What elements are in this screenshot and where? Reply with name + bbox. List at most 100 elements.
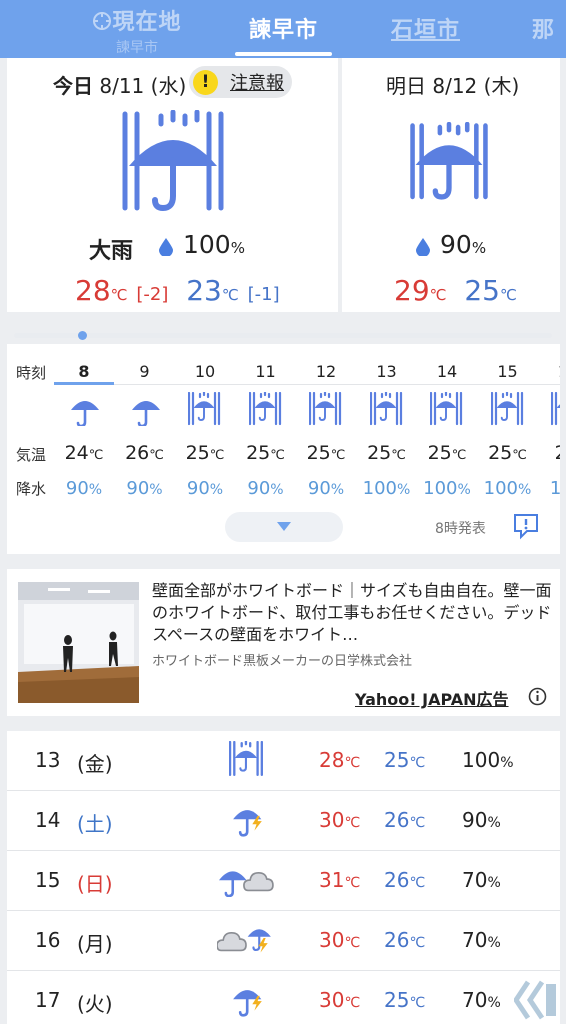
tomorrow-date: 8/12	[432, 74, 478, 98]
weekly-row[interactable]: 15 (日) 31℃ 26℃ 70%	[7, 851, 560, 911]
weekly-day-of-week: (月)	[77, 932, 113, 956]
weather-condition: 大雨	[89, 239, 134, 264]
tab-current-location[interactable]: 現在地 諫早市	[82, 4, 192, 57]
precip-chance: 90%	[440, 230, 486, 259]
hour-precip: 100%	[483, 478, 532, 499]
hour-weather	[54, 392, 114, 430]
hour-label: 8	[78, 362, 90, 381]
tab-next-location[interactable]: 那	[532, 4, 566, 44]
raindrop-icon	[159, 238, 173, 256]
scrollbar-thumb[interactable]	[78, 331, 87, 340]
tomorrow-forecast-card[interactable]: 明日 8/12 (木) 90% 29℃ 25℃	[342, 58, 560, 312]
weekly-low: 26℃	[384, 808, 426, 832]
weekly-row[interactable]: 13 (金) 28℃ 25℃ 100%	[7, 731, 560, 791]
umbrella-icon	[131, 401, 160, 428]
hour-precip: 100%	[362, 478, 411, 499]
weekly-low: 26℃	[384, 868, 426, 892]
umbrella-thunder-icon	[233, 810, 262, 837]
precip-value: 90	[440, 230, 472, 259]
current-hour-indicator	[54, 382, 114, 385]
hour-label: 13	[376, 362, 397, 381]
weekly-low: 25℃	[384, 748, 426, 772]
hour-temp: 2℃	[538, 442, 560, 464]
info-icon[interactable]	[528, 687, 547, 706]
umbrella-rain-icon	[369, 390, 402, 426]
today-header: 今日 8/11 (水)	[53, 70, 186, 99]
today-label: 今日	[53, 74, 93, 98]
weekly-high: 30℃	[319, 988, 361, 1012]
today-dow: (水)	[150, 74, 187, 98]
hour-weather	[115, 392, 175, 430]
weekly-row[interactable]: 14 (土) 30℃ 26℃ 90%	[7, 791, 560, 851]
weekly-high: 30℃	[319, 808, 361, 832]
today-date: 8/11	[99, 74, 145, 98]
chevron-down-icon	[277, 522, 291, 531]
weekly-date: 15	[35, 868, 61, 892]
weekly-date: 14	[35, 808, 61, 832]
ad-image[interactable]	[18, 582, 139, 703]
hour-label: 16	[538, 362, 560, 381]
weekly-day-of-week: (日)	[77, 872, 113, 896]
hour-temp: 25℃	[246, 442, 285, 464]
weekly-precip: 70%	[462, 868, 501, 892]
high-temp: 28℃ [-2]	[75, 274, 169, 307]
umbrella-rain-icon	[122, 110, 224, 212]
hour-precip: 100%	[423, 478, 471, 499]
expand-button[interactable]	[225, 512, 343, 542]
ad-text[interactable]: 壁面全部がホワイトボード｜サイズも自由自在。壁一面のホワイトボード、取付工事もお…	[152, 580, 552, 646]
hour-divider	[54, 384, 560, 385]
hour-weather	[357, 390, 417, 430]
hour-label: 11	[255, 362, 276, 381]
hour-label: 12	[315, 362, 337, 381]
hour-precip: 90%	[307, 478, 345, 499]
weekly-date: 17	[35, 988, 61, 1012]
precip-chance: 100%	[183, 230, 245, 259]
forecast-scrollbar[interactable]	[14, 333, 552, 338]
weekly-low: 26℃	[384, 928, 426, 952]
weekly-high: 31℃	[319, 868, 361, 892]
weekly-day-of-week: (金)	[77, 752, 113, 776]
temp-row-label: 気温	[16, 446, 47, 464]
umbrella-rain-icon	[429, 390, 463, 426]
feedback-icon[interactable]	[512, 512, 540, 540]
tab-label: 現在地	[112, 10, 182, 35]
umbrella-cloud-icon	[218, 871, 274, 898]
weekly-precip: 90%	[462, 808, 501, 832]
low-temp: 23℃ [-1]	[186, 274, 280, 307]
today-forecast-card[interactable]: 今日 8/11 (水) ! 注意報 大雨 100% 28℃ [-2] 23℃ […	[7, 58, 338, 312]
hourly-forecast-card[interactable]: 時刻 気温 降水 8時発表 8 24℃ 90% 9 26℃ 90% 10 25℃ 90% 11 25…	[7, 344, 560, 554]
ad-card[interactable]: 壁面全部がホワイトボード｜サイズも自由自在。壁一面のホワイトボード、取付工事もお…	[7, 569, 560, 716]
weekly-precip: 100%	[462, 748, 514, 772]
weekly-day-of-week: (土)	[77, 812, 113, 836]
umbrella-rain-icon	[187, 390, 221, 426]
ad-advertiser: ホワイトボード黒板メーカーの日学株式会社	[152, 654, 413, 669]
tab-label: 石垣市	[390, 18, 460, 43]
precip-unit: %	[471, 239, 487, 257]
umbrella-rain-icon	[248, 390, 281, 426]
hour-precip: 10%	[549, 478, 560, 499]
weekly-forecast-card: 13 (金) 28℃ 25℃ 100% 14 (土) 30℃ 26℃ 90% 15 (日) 31℃ 26℃…	[7, 731, 560, 1024]
hour-label: 14	[436, 362, 458, 381]
hour-label: 10	[194, 362, 216, 381]
hour-precip: 90%	[65, 478, 103, 499]
ad-label[interactable]: Yahoo! JAPAN広告	[355, 686, 509, 710]
low-temp: 25℃	[464, 274, 517, 307]
hour-weather	[236, 390, 296, 430]
time-row-label: 時刻	[16, 364, 47, 382]
tomorrow-temps: 29℃ 25℃	[394, 274, 517, 307]
hour-temp: 25℃	[427, 442, 467, 464]
today-temps: 28℃ [-2] 23℃ [-1]	[75, 274, 280, 307]
hour-temp: 25℃	[185, 442, 225, 464]
hour-temp: 26℃	[125, 442, 164, 464]
tab-isahaya[interactable]: 諫早市	[235, 4, 332, 44]
tab-ishigaki[interactable]: 石垣市	[378, 4, 473, 44]
alert-badge[interactable]: ! 注意報	[189, 66, 292, 98]
umbrella-rain-icon	[550, 391, 560, 426]
weekly-date: 16	[35, 928, 61, 952]
tomorrow-dow: (木)	[483, 74, 520, 98]
weekly-row[interactable]: 17 (火) 30℃ 25℃ 70%	[7, 971, 560, 1024]
tab-label: 那	[532, 18, 556, 43]
tomorrow-header: 明日 8/12 (木)	[386, 70, 519, 99]
weekly-row[interactable]: 16 (月) 30℃ 26℃ 70%	[7, 911, 560, 971]
hour-weather	[478, 390, 538, 430]
